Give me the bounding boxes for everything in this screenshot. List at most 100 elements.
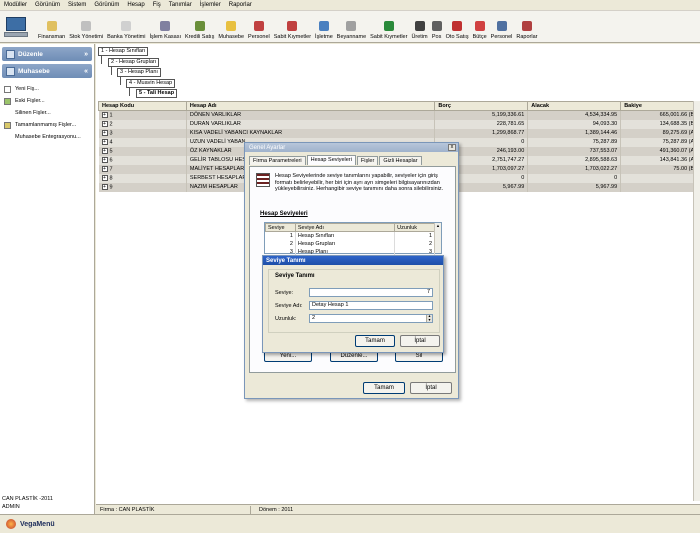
dialog-titlebar[interactable]: Genel Ayarlar x	[245, 143, 458, 152]
subdialog-titlebar[interactable]: Seviye Tanımı	[263, 256, 443, 265]
menu-raporlar[interactable]: Raporlar	[229, 2, 252, 8]
expand-icon[interactable]: +	[101, 165, 108, 172]
lp-item-eski-fisler[interactable]: Eski Fişler...	[4, 95, 90, 107]
tab-firma-parametreleri[interactable]: Firma Parametreleri	[249, 156, 306, 165]
tree-node-hesap-siniflari[interactable]: 1 - Hesap Sınıfları	[98, 47, 149, 56]
tab-gizli-hesaplar[interactable]: Gizli Hesaplar	[379, 156, 422, 165]
seviye-adi-row: Seviye Adı: Detay Hesap 1	[275, 301, 433, 310]
expand-icon[interactable]: +	[101, 120, 108, 127]
cell-hesap-kodu-text: 9	[109, 184, 113, 191]
col-borc[interactable]: Borç	[434, 101, 529, 111]
lp-item-entegrasyon[interactable]: Muhasebe Entegrasyonu...	[4, 131, 90, 143]
col-hesap-adi[interactable]: Hesap Adı	[185, 101, 436, 111]
menu-tanimlar[interactable]: Tanımlar	[169, 2, 192, 8]
table-row[interactable]: +3 KISA VADELİ YABANCI KAYNAKLAR 1,299,868…	[98, 128, 700, 138]
lp-item-silinen-fisler[interactable]: Silinen Fişler...	[4, 107, 90, 119]
iptal-button[interactable]: İptal	[410, 382, 452, 394]
toolbar-button-1[interactable]: Stok Yönetimi	[69, 12, 103, 42]
col-hesap-kodu[interactable]: Hesap Kodu	[98, 101, 187, 111]
expand-icon[interactable]: +	[101, 138, 108, 145]
toolbar-button-6[interactable]: Personel	[248, 12, 270, 42]
spin-arrows-icon[interactable]: ▲ ▼	[426, 314, 432, 322]
muhasebe-header[interactable]: Muhasebe «	[2, 64, 92, 78]
cell-alacak-text: 94,093.30	[592, 121, 618, 127]
duzenle-header[interactable]: Düzenle »	[2, 47, 92, 61]
menu-gorunum[interactable]: Görünüm	[35, 2, 60, 8]
cell-bakiye: 134,688.35 (B)	[620, 119, 700, 129]
list-item[interactable]: 2 Hesap Grupları 2	[265, 239, 435, 248]
col-uzunluk[interactable]: Uzunluk	[394, 223, 435, 232]
expand-icon[interactable]: +	[101, 174, 108, 181]
lp-item-yeni-fis[interactable]: Yeni Fiş...	[4, 83, 90, 95]
production-icon	[414, 21, 425, 31]
expand-icon[interactable]: +	[101, 129, 108, 136]
menu-islemler[interactable]: İşlemler	[200, 2, 221, 8]
sub-tamam-button[interactable]: Tamam	[355, 335, 395, 347]
tree-node-hesap-plani[interactable]: 3 - Hesap Planı	[117, 68, 161, 77]
cell-bakiye: 491,360.07 (A)	[620, 146, 700, 156]
vegamenu-icon[interactable]	[6, 519, 16, 529]
toolbar-button-10[interactable]: Sabit Kıymetler	[370, 12, 407, 42]
uzunluk-stepper[interactable]: 2 ▲ ▼	[309, 314, 433, 323]
grid-scrollbar[interactable]	[693, 101, 700, 501]
cell-hesap-kodu: +3	[98, 128, 187, 138]
toolbar-button-2[interactable]: Banka Yönetimi	[107, 12, 146, 42]
table-row[interactable]: +2 DURAN VARLIKLAR 228,781.65 94,093.30 134,…	[98, 119, 700, 129]
budget-icon	[474, 21, 485, 31]
toolbar-button-9[interactable]: Beyanname	[337, 12, 366, 42]
cell-hesap-kodu-text: 4	[109, 139, 113, 146]
toolbar-button-3[interactable]: İşlem Kasası	[150, 12, 181, 42]
col-alacak[interactable]: Alacak	[527, 101, 622, 111]
expand-icon[interactable]: +	[101, 183, 108, 190]
level-cell-seviye: 2	[265, 239, 296, 248]
seviye-input[interactable]: 7	[309, 288, 433, 297]
expand-icon[interactable]: +	[101, 147, 108, 154]
menu-gorunum-2[interactable]: Görünüm	[94, 2, 119, 8]
toolbar-button-5[interactable]: Muhasebe	[218, 12, 244, 42]
credit-sale-icon	[194, 21, 205, 31]
tab-fisler[interactable]: Fişler	[356, 156, 379, 165]
toolbar-button-12[interactable]: Pos	[431, 12, 442, 42]
expand-icon[interactable]: +	[101, 112, 108, 119]
toolbar-button-13[interactable]: Oto Satış	[446, 12, 469, 42]
chevron-up-icon[interactable]: «	[84, 68, 88, 75]
cell-hesap-adi: KISA VADELİ YABANCI KAYNAKLAR	[186, 128, 436, 138]
tree-node-muavin-hesap[interactable]: 4 - Muavin Hesap	[126, 79, 176, 88]
toolbar-button-0[interactable]: Finansman	[38, 12, 65, 42]
col-seviye[interactable]: Seviye	[265, 223, 296, 232]
list-item[interactable]: 1 Hesap Sınıfları 1	[265, 231, 435, 240]
tree-node-tali-hesap[interactable]: 5 - Tali Hesap	[136, 89, 178, 98]
toolbar-button-7[interactable]: Sabit Kıymetler	[274, 12, 311, 42]
cell-alacak-text: 75,287.89	[592, 139, 618, 145]
col-bakiye[interactable]: Bakiye	[620, 101, 700, 111]
chevron-down-icon[interactable]: »	[84, 51, 88, 58]
menu-hesap[interactable]: Hesap	[127, 2, 144, 8]
toolbar-button-11[interactable]: Üretim	[411, 12, 428, 42]
seviye-adi-input[interactable]: Detay Hesap 1	[309, 301, 433, 310]
toolbar-button-8[interactable]: İşletme	[315, 12, 333, 42]
tamam-button[interactable]: Tamam	[363, 382, 405, 394]
tab-hesap-seviyeleri[interactable]: Hesap Seviyeleri	[306, 155, 356, 165]
cell-alacak-text: 1,703,022.27	[585, 166, 618, 172]
close-icon[interactable]: x	[448, 144, 456, 151]
menu-fis[interactable]: Fiş	[153, 2, 161, 8]
finance-icon	[46, 21, 57, 31]
toolbar-button-4[interactable]: Kredili Satış	[185, 12, 214, 42]
col-seviye-adi[interactable]: Seviye Adı	[294, 223, 396, 232]
cell-hesap-adi-text: DÖNEN VARLIKLAR	[189, 112, 242, 119]
lp-item-tamamlanmamis[interactable]: Tamamlanmamış Fişler...	[4, 119, 90, 131]
vegamenu-label[interactable]: VegaMenü	[20, 521, 55, 528]
sub-iptal-button[interactable]: İptal	[400, 335, 440, 347]
toolbar-button-16[interactable]: Raporlar	[516, 12, 537, 42]
levels-scrollbar[interactable]: ▲	[434, 223, 441, 253]
toolbar-button-14[interactable]: Bütçe	[473, 12, 487, 42]
toolbar-button-15[interactable]: Personel	[491, 12, 512, 42]
menu-moduller[interactable]: Modüller	[4, 2, 27, 8]
cell-hesap-kodu-text: 5	[109, 148, 113, 155]
tree-node-hesap-gruplari[interactable]: 2 - Hesap Grupları	[108, 58, 160, 67]
menu-sistem[interactable]: Sistem	[68, 2, 86, 8]
cell-hesap-kodu-text: 8	[109, 175, 113, 182]
staff-icon	[496, 21, 507, 31]
table-row[interactable]: +1 DÖNEN VARLIKLAR 5,199,336.61 4,534,334.9…	[98, 110, 700, 120]
expand-icon[interactable]: +	[101, 156, 108, 163]
